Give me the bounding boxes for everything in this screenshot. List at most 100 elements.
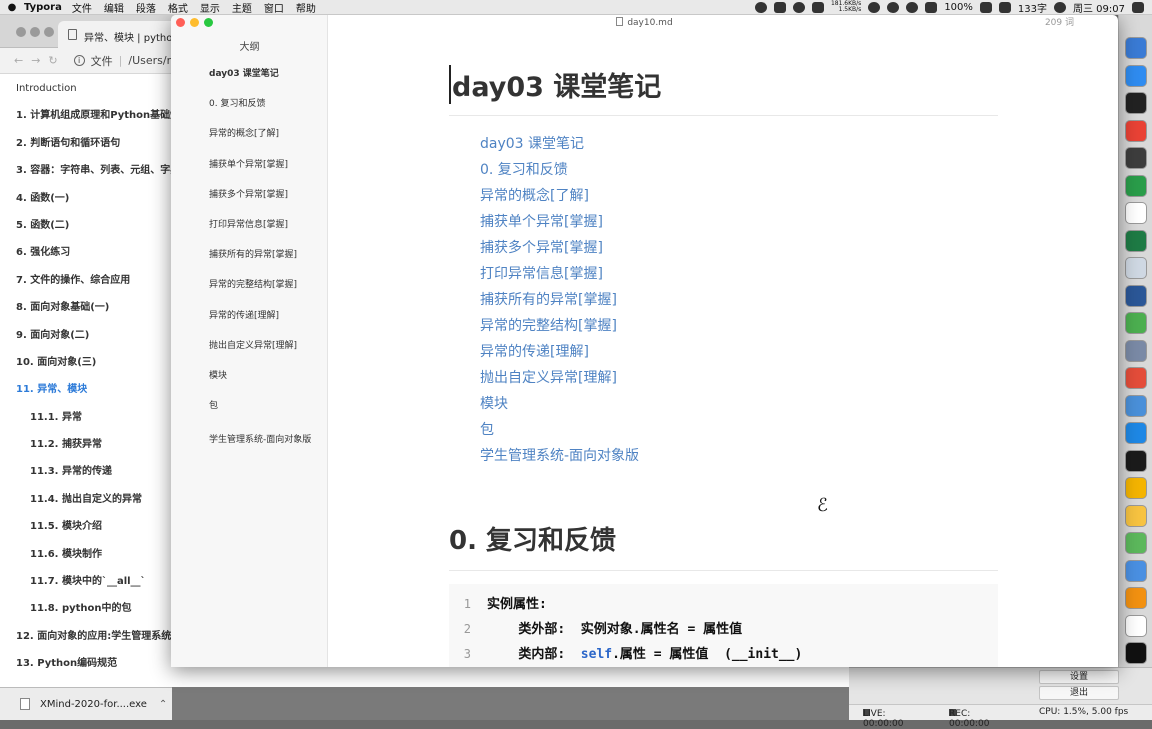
- toc-subitem[interactable]: 11.2. 捕获异常: [0, 431, 200, 458]
- heading-2[interactable]: 0. 复习和反馈: [449, 520, 616, 557]
- toc-item[interactable]: 8. 面向对象基础(一): [0, 294, 200, 321]
- toc-item[interactable]: 9. 面向对象(二): [0, 322, 200, 349]
- code-block[interactable]: 1 实例属性: 2 类外部: 实例对象.属性名 = 属性值 3 类内部: self…: [449, 584, 998, 667]
- tray-note-icon[interactable]: [811, 1, 824, 13]
- toc-link[interactable]: 抛出自定义异常[理解]: [480, 367, 639, 393]
- outline-item[interactable]: 打印异常信息[掌握]: [209, 216, 319, 246]
- dock-app-icon[interactable]: [1125, 202, 1147, 224]
- dock-app-icon[interactable]: [1125, 449, 1147, 472]
- settings-button[interactable]: 设置: [1039, 670, 1119, 684]
- toc-item-active[interactable]: 11. 异常、模块: [0, 376, 200, 403]
- dock-app-icon[interactable]: [1125, 147, 1147, 169]
- toc-link[interactable]: 包: [480, 419, 639, 445]
- toc-link[interactable]: 捕获所有的异常[掌握]: [480, 289, 639, 315]
- toc-subitem[interactable]: 11.6. 模块制作: [0, 541, 200, 568]
- tray-mail-icon[interactable]: [868, 1, 881, 13]
- chevron-up-icon[interactable]: ⌃: [159, 699, 167, 710]
- toc-link[interactable]: 捕获多个异常[掌握]: [480, 237, 639, 263]
- dock-app-icon[interactable]: [1125, 587, 1147, 609]
- toc-item[interactable]: 10. 面向对象(三): [0, 349, 200, 376]
- outline-item[interactable]: 抛出自定义异常[理解]: [209, 337, 319, 367]
- address-input[interactable]: /Users/r: [128, 54, 171, 67]
- dock-app-icon[interactable]: [1125, 174, 1147, 197]
- menu-format[interactable]: 格式: [168, 0, 188, 15]
- toc-link[interactable]: 异常的传递[理解]: [480, 341, 639, 367]
- battery-percent[interactable]: 100%: [944, 2, 973, 13]
- toc-subitem[interactable]: 11.4. 抛出自定义的异常: [0, 486, 200, 513]
- dock-app-icon[interactable]: [1125, 477, 1147, 499]
- dock-app-icon[interactable]: [1125, 229, 1147, 252]
- toc-item[interactable]: Introduction: [0, 75, 200, 102]
- toc-link[interactable]: 打印异常信息[掌握]: [480, 263, 639, 289]
- dock-app-icon[interactable]: [1125, 367, 1147, 389]
- notification-center-icon[interactable]: [1132, 1, 1144, 13]
- zoom-icon[interactable]: [204, 18, 213, 27]
- toc-link[interactable]: 学生管理系统-面向对象版: [480, 445, 639, 471]
- dock-app-icon[interactable]: [1125, 284, 1147, 307]
- toc-link[interactable]: 异常的完整结构[掌握]: [480, 315, 639, 341]
- outline-item[interactable]: 捕获多个异常[掌握]: [209, 186, 319, 216]
- toc-item[interactable]: 6. 强化练习: [0, 239, 200, 266]
- toc-subitem[interactable]: 11.7. 模块中的`__all__`: [0, 568, 200, 595]
- toc-link[interactable]: 0. 复习和反馈: [480, 159, 639, 185]
- clock[interactable]: 周三 09:07: [1073, 0, 1125, 15]
- apple-icon[interactable]: ●: [0, 2, 24, 13]
- back-forward-reload-icons[interactable]: ←→↻: [14, 54, 66, 67]
- toc-item[interactable]: 5. 函数(二): [0, 212, 200, 239]
- dock-app-icon[interactable]: [1125, 394, 1147, 417]
- toc-item[interactable]: 1. 计算机组成原理和Python基础知识: [0, 102, 200, 129]
- toc-subitem[interactable]: 11.5. 模块介绍: [0, 513, 200, 540]
- browser-close-icon[interactable]: [16, 27, 26, 37]
- tray-cloud-icon[interactable]: [906, 1, 919, 13]
- dock-app-icon[interactable]: [1125, 614, 1147, 637]
- wifi-icon[interactable]: [925, 1, 938, 13]
- dock-app-icon[interactable]: [1125, 504, 1147, 527]
- toc-subitem[interactable]: 11.8. python中的包: [0, 595, 200, 622]
- dock-app-icon[interactable]: [1125, 312, 1147, 334]
- toc-item[interactable]: 3. 容器：字符串、列表、元组、字典: [0, 157, 200, 184]
- toc-item[interactable]: 2. 判断语句和循环语句: [0, 130, 200, 157]
- exit-button[interactable]: 退出: [1039, 686, 1119, 700]
- user-icon[interactable]: [1054, 1, 1066, 13]
- toc-subitem[interactable]: 11.3. 异常的传递: [0, 458, 200, 485]
- toc-link[interactable]: 捕获单个异常[掌握]: [480, 211, 639, 237]
- tray-sync-icon[interactable]: [792, 1, 805, 13]
- download-item[interactable]: XMind-2020-for....exe ⌃: [0, 687, 172, 720]
- dock-app-icon[interactable]: [1125, 642, 1147, 664]
- close-icon[interactable]: [176, 18, 185, 27]
- dock-app-icon[interactable]: [1125, 64, 1147, 87]
- toc-item[interactable]: 4. 函数(一): [0, 185, 200, 212]
- browser-minimize-icon[interactable]: [30, 27, 40, 37]
- dock-app-icon[interactable]: [1125, 37, 1147, 59]
- dock-app-icon[interactable]: [1125, 92, 1147, 114]
- outline-item[interactable]: 异常的概念[了解]: [209, 125, 319, 155]
- dock-app-icon[interactable]: [1125, 339, 1147, 362]
- menu-theme[interactable]: 主题: [232, 0, 252, 15]
- outline-item[interactable]: 异常的完整结构[掌握]: [209, 276, 319, 306]
- menu-help[interactable]: 帮助: [296, 0, 316, 15]
- dock-app-icon[interactable]: [1125, 422, 1147, 444]
- toc-subitem[interactable]: 11.1. 异常: [0, 404, 200, 431]
- menu-window[interactable]: 窗口: [264, 0, 284, 15]
- outline-item[interactable]: 异常的传递[理解]: [209, 307, 319, 337]
- menu-file[interactable]: 文件: [72, 0, 92, 15]
- heading-1[interactable]: day03 课堂笔记: [449, 65, 661, 104]
- toc-item[interactable]: 12. 面向对象的应用:学生管理系统: [0, 623, 200, 650]
- tray-app-icon[interactable]: [773, 1, 786, 13]
- browser-zoom-icon[interactable]: [44, 27, 54, 37]
- toc-link[interactable]: 模块: [480, 393, 639, 419]
- outline-item[interactable]: 0. 复习和反馈: [209, 95, 319, 125]
- dock-app-icon[interactable]: [1125, 257, 1147, 279]
- outline-item[interactable]: day03 课堂笔记: [209, 65, 319, 95]
- dock-app-icon[interactable]: [1125, 532, 1147, 554]
- record-icon[interactable]: [754, 1, 767, 13]
- dock-app-icon[interactable]: [1125, 119, 1147, 142]
- word-count[interactable]: 209 词: [1045, 15, 1074, 32]
- dock-app-icon[interactable]: [1125, 559, 1147, 582]
- outline-item[interactable]: 捕获所有的异常[掌握]: [209, 246, 319, 276]
- toc-link[interactable]: 异常的概念[了解]: [480, 185, 639, 211]
- toc-item[interactable]: 7. 文件的操作、综合应用: [0, 267, 200, 294]
- toc-item[interactable]: 13. Python编码规范: [0, 650, 200, 677]
- outline-item[interactable]: 模块: [209, 367, 319, 397]
- info-icon[interactable]: i: [73, 55, 85, 66]
